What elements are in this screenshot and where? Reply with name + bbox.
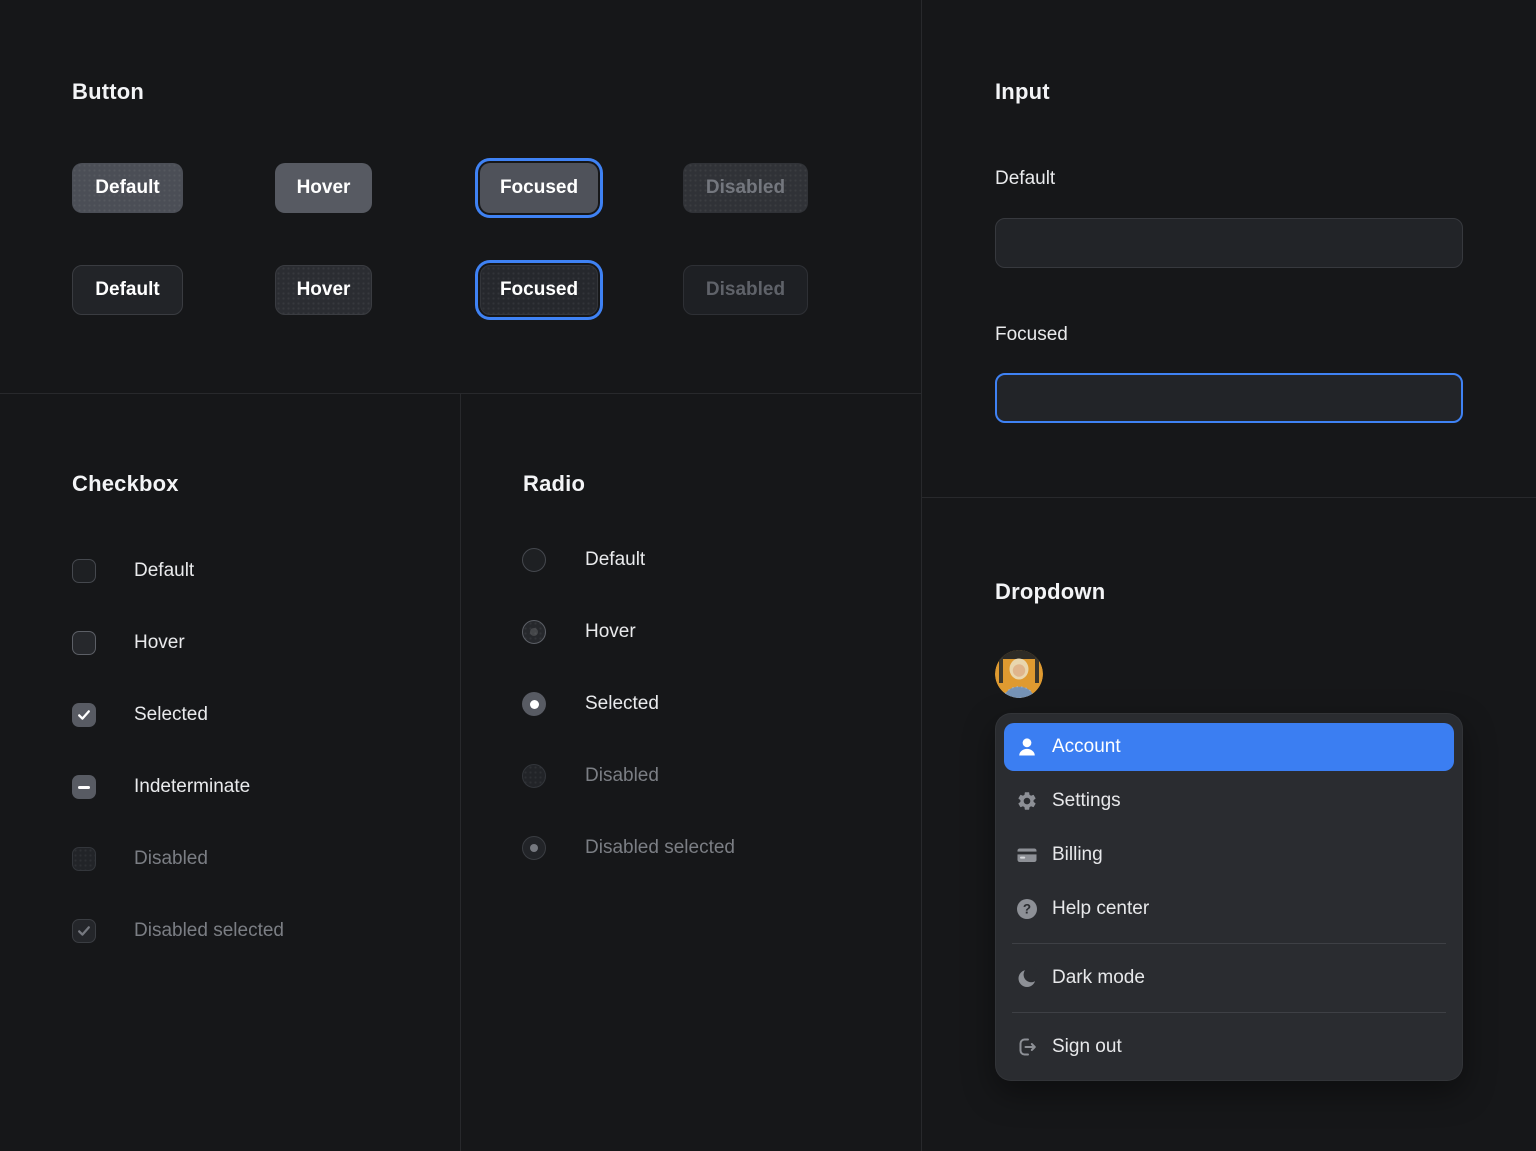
menu-item-billing[interactable]: Billing [1004,831,1454,879]
checkbox-label: Hover [134,632,185,654]
credit-card-icon [1016,844,1038,866]
radio-label: Default [585,549,645,571]
checkbox-row-hover: Hover [72,631,284,655]
radio-dot [530,700,539,709]
menu-item-help-center[interactable]: ? Help center [1004,885,1454,933]
menu-item-sign-out[interactable]: Sign out [1004,1023,1454,1071]
radio-label: Disabled [585,765,659,787]
svg-text:?: ? [1023,902,1031,917]
button-primary-disabled[interactable]: Disabled [683,163,808,213]
checkbox-disabled-selected[interactable] [72,919,96,943]
checkbox-label: Disabled selected [134,920,284,942]
input-label-focused: Focused [995,324,1068,346]
menu-item-label: Sign out [1052,1036,1122,1058]
menu-item-settings[interactable]: Settings [1004,777,1454,825]
check-icon [76,923,92,939]
checkbox-row-default: Default [72,559,284,583]
radio-disabled[interactable] [522,764,546,788]
button-secondary-hover[interactable]: Hover [275,265,372,315]
menu-item-account[interactable]: Account [1004,723,1454,771]
section-title-radio: Radio [523,471,585,497]
menu-item-label: Help center [1052,898,1149,920]
radio-list: Default Hover Selected Disabled Disabled… [522,548,735,860]
section-title-input: Input [995,79,1050,105]
button-secondary-focused[interactable]: Focused [480,265,598,315]
checkbox-indeterminate[interactable] [72,775,96,799]
radio-label: Disabled selected [585,837,735,859]
radio-selected[interactable] [522,692,546,716]
checkbox-label: Selected [134,704,208,726]
menu-item-label: Account [1052,736,1121,758]
dropdown-menu: Account Settings Billing ? Help center [995,713,1463,1081]
checkbox-label: Default [134,560,194,582]
divider-vertical-main [921,0,922,1151]
sign-out-icon [1016,1036,1038,1058]
checkbox-label: Indeterminate [134,776,250,798]
checkbox-disabled[interactable] [72,847,96,871]
radio-disabled-selected[interactable] [522,836,546,860]
checkbox-default[interactable] [72,559,96,583]
component-gallery: Button Default Hover Focused Disabled De… [0,0,1536,1151]
checkbox-row-disabled: Disabled [72,847,284,871]
section-title-button: Button [72,79,144,105]
menu-divider [1012,943,1446,944]
checkbox-row-selected: Selected [72,703,284,727]
checkbox-selected[interactable] [72,703,96,727]
radio-row-disabled: Disabled [522,764,735,788]
divider-horizontal-right [922,497,1536,498]
menu-item-label: Billing [1052,844,1103,866]
radio-label: Hover [585,621,636,643]
radio-row-default: Default [522,548,735,572]
button-secondary-default[interactable]: Default [72,265,183,315]
radio-dot [530,844,538,852]
user-icon [1016,736,1038,758]
user-avatar[interactable] [995,650,1043,698]
menu-item-label: Dark mode [1052,967,1145,989]
text-input-default[interactable] [995,218,1463,268]
button-primary-default[interactable]: Default [72,163,183,213]
menu-item-dark-mode[interactable]: Dark mode [1004,954,1454,1002]
avatar-photo [995,650,1043,698]
button-primary-focused[interactable]: Focused [480,163,598,213]
radio-hover[interactable] [522,620,546,644]
checkbox-label: Disabled [134,848,208,870]
radio-row-selected: Selected [522,692,735,716]
radio-default[interactable] [522,548,546,572]
divider-vertical-left [460,393,461,1151]
button-secondary-disabled[interactable]: Disabled [683,265,808,315]
indeterminate-dash-icon [78,786,90,789]
checkbox-list: Default Hover Selected Indeterminate Dis… [72,559,284,943]
section-title-checkbox: Checkbox [72,471,179,497]
radio-row-disabled-selected: Disabled selected [522,836,735,860]
checkbox-row-indeterminate: Indeterminate [72,775,284,799]
menu-item-label: Settings [1052,790,1121,812]
check-icon [76,707,92,723]
radio-label: Selected [585,693,659,715]
text-input-focused[interactable] [995,373,1463,423]
question-circle-icon: ? [1016,898,1038,920]
divider-horizontal-left [0,393,922,394]
section-title-dropdown: Dropdown [995,579,1105,605]
input-label-default: Default [995,168,1055,190]
checkbox-hover[interactable] [72,631,96,655]
button-primary-hover[interactable]: Hover [275,163,372,213]
menu-divider [1012,1012,1446,1013]
checkbox-row-disabled-selected: Disabled selected [72,919,284,943]
gear-icon [1016,790,1038,812]
radio-row-hover: Hover [522,620,735,644]
radio-dot [530,628,538,636]
moon-icon [1016,967,1038,989]
